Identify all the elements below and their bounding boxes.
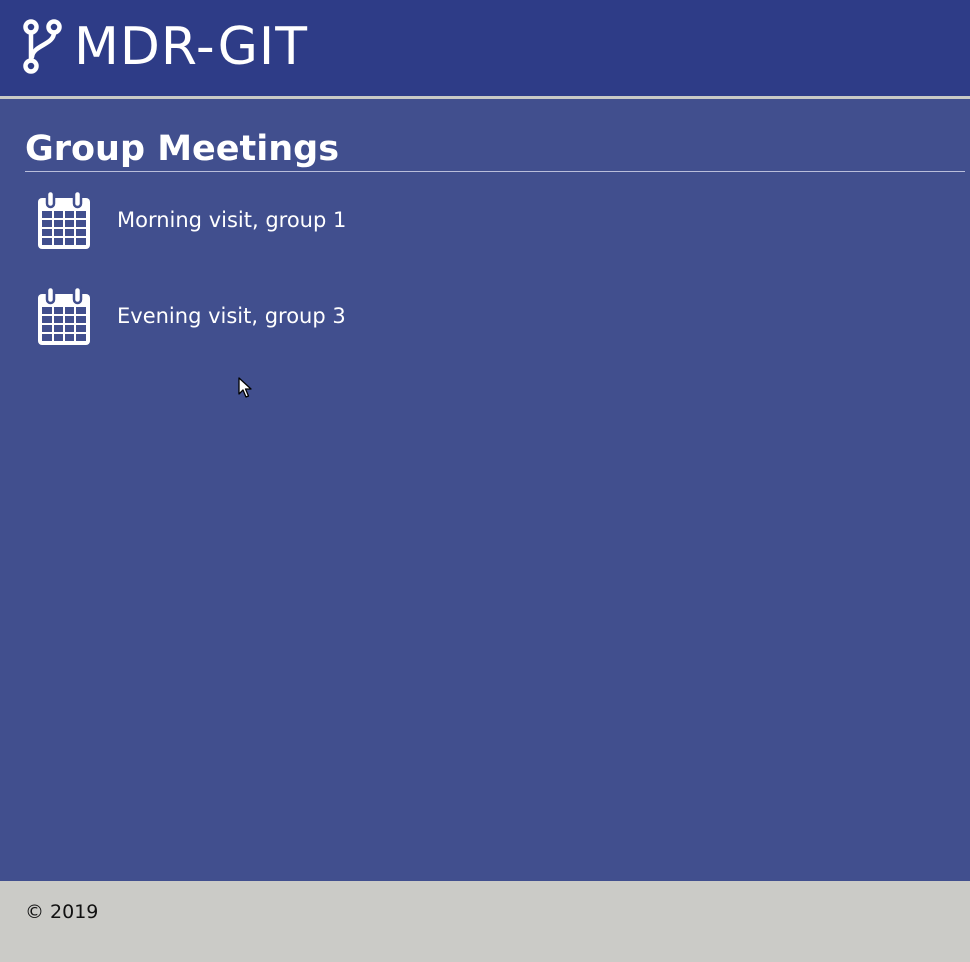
git-branch-icon	[23, 19, 62, 74]
meeting-list: Morning visit, group 1 Evening visit, gr…	[25, 172, 970, 364]
site-footer: © 2019	[0, 881, 970, 962]
copyright-text: © 2019	[25, 901, 99, 923]
calendar-icon	[38, 189, 90, 249]
brand-title: MDR-GIT	[74, 17, 308, 77]
brand-link[interactable]: MDR-GIT	[22, 18, 308, 76]
page-title: Group Meetings	[25, 129, 965, 172]
list-item[interactable]: Evening visit, group 3	[25, 268, 970, 364]
main-content: Group Meetings Morning visit, group 1 Ev…	[25, 99, 970, 364]
meeting-link[interactable]: Morning visit, group 1	[117, 208, 346, 232]
list-item[interactable]: Morning visit, group 1	[25, 172, 970, 268]
site-header: MDR-GIT	[0, 0, 970, 99]
calendar-icon	[38, 285, 90, 345]
mouse-pointer-icon	[238, 377, 252, 398]
meeting-link[interactable]: Evening visit, group 3	[117, 304, 346, 328]
